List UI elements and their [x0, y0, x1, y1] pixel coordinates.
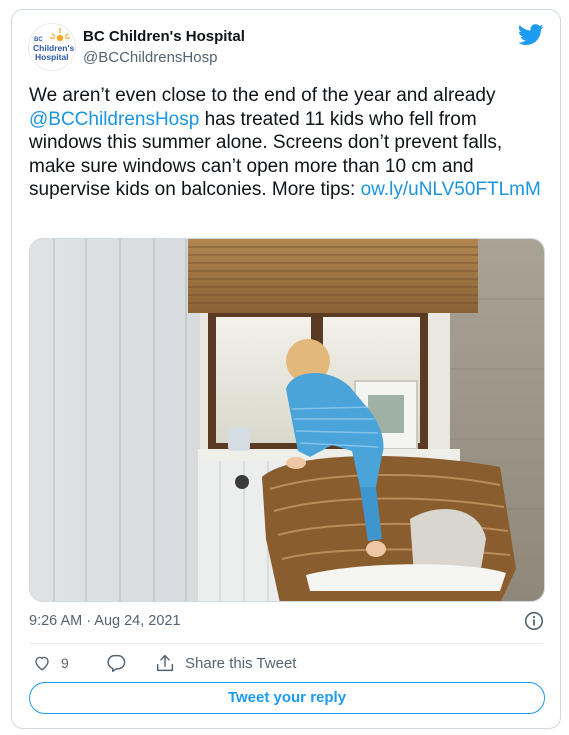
share-button[interactable]: Share this Tweet — [155, 651, 296, 675]
share-label: Share this Tweet — [185, 654, 297, 672]
tweet-your-reply-button[interactable]: Tweet your reply — [29, 682, 545, 714]
share-icon — [156, 654, 174, 672]
author-handle[interactable]: @BCChildrensHosp — [83, 49, 217, 66]
tweet-text: We aren’t even close to the end of the y… — [29, 84, 549, 202]
bc-childrens-logo: BC Children's Hospital — [33, 28, 74, 62]
tweet-text-part-1: We aren’t even close to the end of the y… — [29, 85, 496, 106]
like-button[interactable]: 9 — [33, 651, 69, 675]
svg-text:Hospital: Hospital — [35, 52, 69, 62]
mention-link[interactable]: @BCChildrensHosp — [29, 109, 199, 130]
heart-icon — [35, 656, 49, 671]
like-count: 9 — [61, 655, 69, 671]
photo-image — [30, 239, 544, 601]
info-icon[interactable] — [524, 611, 544, 631]
avatar[interactable]: BC Children's Hospital — [28, 23, 76, 71]
reply-button[interactable] — [106, 651, 126, 675]
divider — [29, 643, 543, 644]
author-name[interactable]: BC Children's Hospital — [83, 28, 245, 45]
tweet-url-link[interactable]: ow.ly/uNLV50FTLmM — [361, 179, 541, 200]
tweet-actions: 9 Share this Tweet — [29, 651, 429, 675]
twitter-bird-icon[interactable] — [518, 24, 544, 46]
tweet-card: BC Children's Hospital BC Children's Hos… — [11, 9, 561, 729]
reply-bubble-icon — [107, 654, 126, 672]
tweet-timestamp[interactable]: 9:26 AM · Aug 24, 2021 — [29, 613, 181, 629]
tweet-photo[interactable] — [29, 238, 545, 602]
